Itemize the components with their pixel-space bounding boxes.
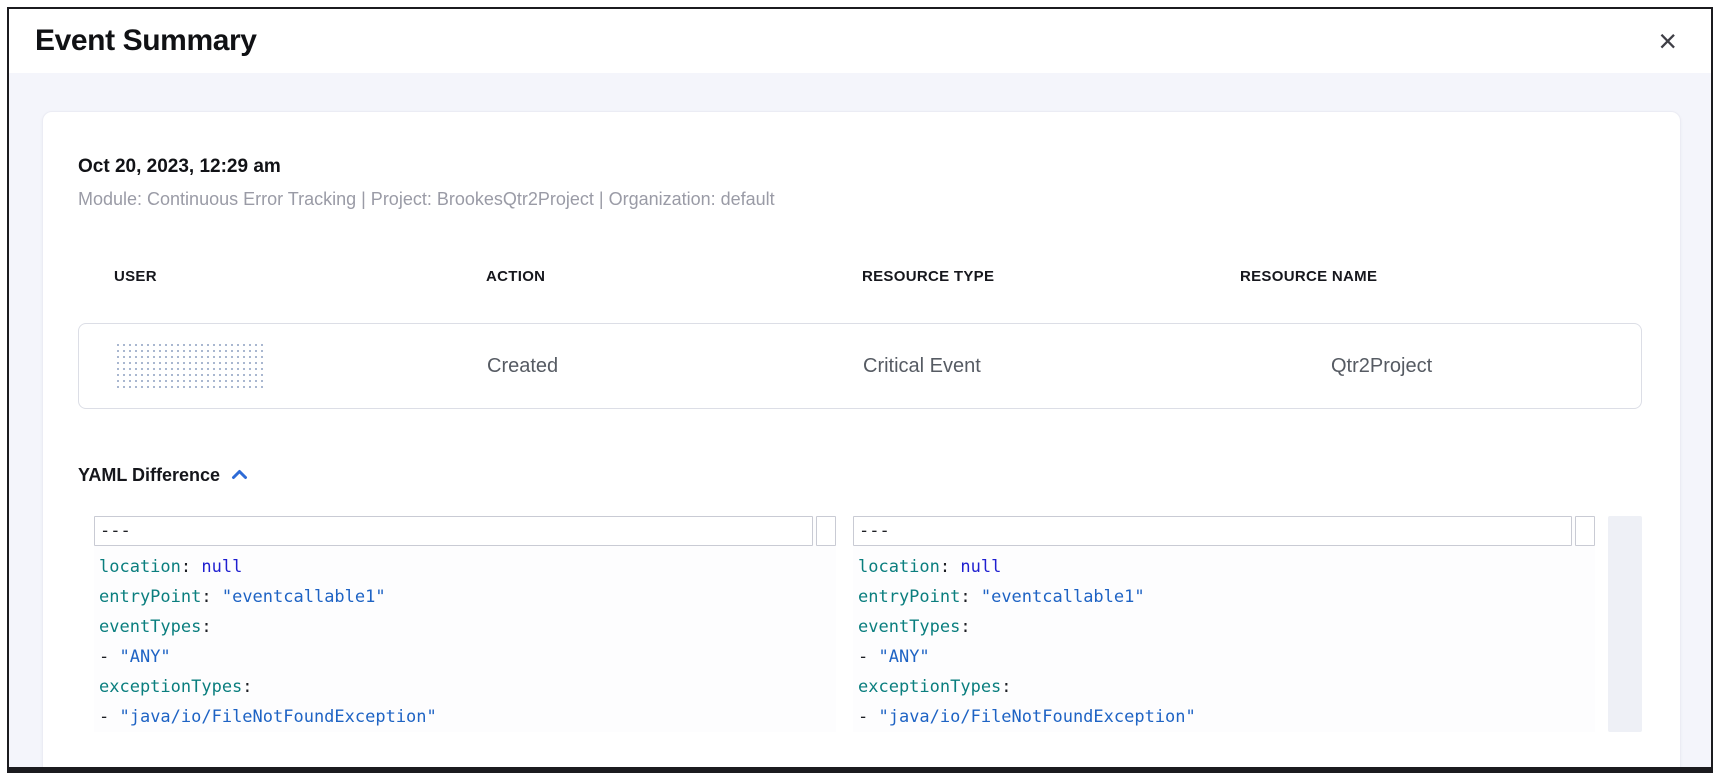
chevron-up-icon	[231, 467, 248, 485]
scrollbar-track[interactable]	[1608, 516, 1642, 732]
resource-type-cell: Critical Event	[863, 355, 1241, 378]
redacted-user	[115, 342, 263, 390]
yaml-code-line: entryPoint: "eventcallable1"	[94, 582, 836, 612]
yaml-code-line: eventTypes:	[94, 612, 836, 642]
modal-title: Event Summary	[35, 24, 257, 58]
yaml-code-line: - "java/io/FileNotFoundException"	[94, 702, 836, 732]
yaml-code-line: exceptionTypes:	[853, 672, 1595, 702]
table-row: Created Critical Event Qtr2Project	[78, 323, 1642, 409]
event-card: Oct 20, 2023, 12:29 am Module: Continuou…	[42, 111, 1681, 773]
scrollbar-corner	[816, 516, 836, 546]
scrollbar-corner	[1575, 516, 1595, 546]
column-header: ACTION	[486, 268, 862, 285]
resource-name-cell: Qtr2Project	[1241, 355, 1641, 378]
yaml-panel-right: --- location: nullentryPoint: "eventcalla…	[853, 516, 1595, 732]
yaml-code-line: entryPoint: "eventcallable1"	[853, 582, 1595, 612]
yaml-code-line: location: null	[853, 552, 1595, 582]
yaml-code-line: - "ANY"	[94, 642, 836, 672]
modal-header: Event Summary ×	[9, 9, 1711, 73]
action-cell: Created	[487, 355, 863, 378]
user-cell	[115, 342, 487, 390]
table-header-row: USERACTIONRESOURCE TYPERESOURCE NAME	[78, 268, 1642, 285]
column-header: RESOURCE TYPE	[862, 268, 1240, 285]
column-header: RESOURCE NAME	[1240, 268, 1642, 285]
yaml-document-marker: ---	[853, 516, 1572, 546]
yaml-header-row: ---	[94, 516, 836, 546]
event-summary-modal: Event Summary × Oct 20, 2023, 12:29 am M…	[7, 7, 1713, 773]
yaml-header-row: ---	[853, 516, 1595, 546]
yaml-diff-view: ---location: nullentryPoint: "eventcalla…	[78, 516, 1642, 732]
column-header: USER	[114, 268, 486, 285]
yaml-code-line: exceptionTypes:	[94, 672, 836, 702]
event-meta: Module: Continuous Error Tracking | Proj…	[78, 189, 1642, 210]
close-icon: ×	[1658, 23, 1677, 59]
modal-body: Oct 20, 2023, 12:29 am Module: Continuou…	[9, 73, 1711, 767]
yaml-document-marker: ---	[94, 516, 813, 546]
event-timestamp: Oct 20, 2023, 12:29 am	[78, 156, 1642, 178]
yaml-code-line: location: null	[94, 552, 836, 582]
yaml-code-line: - "java/io/FileNotFoundException"	[853, 702, 1595, 732]
yaml-code-line: - "ANY"	[853, 642, 1595, 672]
yaml-difference-toggle[interactable]: YAML Difference	[78, 465, 248, 486]
yaml-panel-left: --- location: nullentryPoint: "eventcalla…	[94, 516, 836, 732]
close-button[interactable]: ×	[1654, 23, 1681, 59]
yaml-difference-label: YAML Difference	[78, 465, 220, 486]
yaml-code-line: eventTypes:	[853, 612, 1595, 642]
